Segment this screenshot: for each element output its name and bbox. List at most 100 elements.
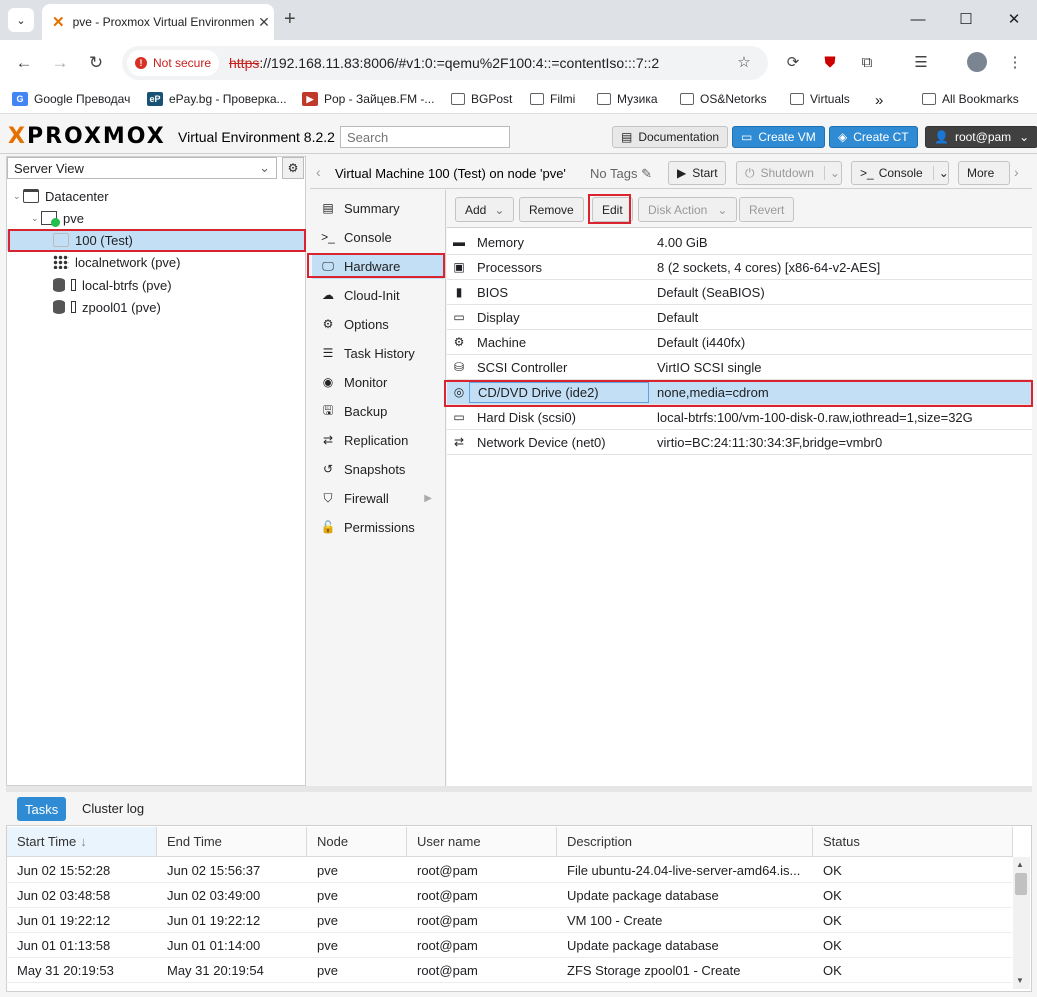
user-menu-button[interactable]: 👤 root@pam ⌄ bbox=[925, 126, 1037, 148]
scroll-down-icon[interactable]: ▼ bbox=[1016, 976, 1024, 985]
bookmark-item[interactable]: ▶ Pop - Зайцев.FM -... bbox=[302, 92, 434, 106]
storage-bar-icon bbox=[71, 279, 76, 291]
cogs-icon: ⚙ bbox=[453, 335, 465, 349]
security-chip[interactable]: ! Not secure bbox=[127, 50, 219, 76]
tree-item-storage[interactable]: local-btrfs (pve) bbox=[7, 274, 305, 296]
task-cell: root@pam bbox=[417, 863, 478, 878]
nav-permissions[interactable]: 🔓 Permissions bbox=[312, 514, 444, 540]
tab-search-button[interactable]: ⌄ bbox=[8, 8, 34, 32]
hw-row-memory[interactable]: ▬ Memory 4.00 GiB bbox=[447, 230, 1032, 255]
tab-tasks[interactable]: Tasks bbox=[17, 797, 67, 821]
nav-task-history[interactable]: ☰ Task History bbox=[312, 340, 444, 366]
reload-button[interactable]: ↻ bbox=[84, 52, 108, 74]
col-end-time[interactable]: End Time bbox=[157, 827, 307, 857]
nav-options[interactable]: ⚙ Options bbox=[312, 311, 444, 337]
task-cell: OK bbox=[823, 913, 842, 928]
scroll-up-icon[interactable]: ▲ bbox=[1016, 860, 1024, 869]
extension-sync-icon[interactable]: ⟳ bbox=[782, 52, 804, 74]
nav-monitor[interactable]: ◉ Monitor bbox=[312, 369, 444, 395]
gear-icon[interactable]: ⚙ bbox=[282, 157, 304, 179]
chevron-left-icon[interactable]: ‹ bbox=[316, 164, 321, 180]
pop-icon: ▶ bbox=[302, 92, 318, 106]
col-user-name[interactable]: User name bbox=[407, 827, 557, 857]
nav-summary[interactable]: ▤ Summary bbox=[312, 195, 444, 221]
documentation-button[interactable]: ▤ Documentation bbox=[612, 126, 729, 148]
browser-tab[interactable]: ✕ pve - Proxmox Virtual Environment ✕ bbox=[42, 4, 274, 40]
reading-list-icon[interactable]: ☰ bbox=[910, 52, 932, 74]
col-status[interactable]: Status bbox=[813, 827, 1013, 857]
task-cell: OK bbox=[823, 888, 842, 903]
profile-avatar[interactable] bbox=[966, 52, 988, 74]
nav-console[interactable]: >_ Console bbox=[312, 224, 444, 250]
tree-item-storage[interactable]: zpool01 (pve) bbox=[7, 296, 305, 318]
task-row[interactable]: Jun 01 19:22:12 Jun 01 19:22:12 pve root@pa… bbox=[6, 908, 1012, 933]
start-button[interactable]: ▶ Start bbox=[668, 161, 726, 185]
nav-replication[interactable]: ⇄ Replication bbox=[312, 427, 444, 453]
task-row[interactable]: Jun 01 01:13:58 Jun 01 01:14:00 pve root@pa… bbox=[6, 933, 1012, 958]
col-start-time[interactable]: Start Time ↓ bbox=[7, 827, 157, 857]
cloud-icon: ☁ bbox=[322, 288, 334, 302]
hw-row-machine[interactable]: ⚙ Machine Default (i440fx) bbox=[447, 330, 1032, 355]
window-close-button[interactable]: ✕ bbox=[1002, 8, 1026, 32]
bookmark-folder[interactable]: Virtuals bbox=[790, 92, 850, 106]
bookmark-folder[interactable]: OS&Netorks bbox=[680, 92, 767, 106]
forward-button[interactable]: → bbox=[48, 52, 72, 74]
nav-backup[interactable]: 🖫 Backup bbox=[312, 398, 444, 424]
bookmark-folder[interactable]: Filmi bbox=[530, 92, 575, 106]
col-description[interactable]: Description bbox=[557, 827, 813, 857]
disk-action-button[interactable]: Disk Action ⌄ bbox=[638, 197, 738, 222]
hw-row-processors[interactable]: ▣ Processors 8 (2 sockets, 4 cores) [x86-6… bbox=[447, 255, 1032, 280]
new-tab-button[interactable]: + bbox=[284, 8, 304, 32]
close-icon[interactable]: ✕ bbox=[254, 14, 274, 31]
bookmark-folder[interactable]: All Bookmarks bbox=[922, 92, 1019, 106]
add-button[interactable]: Add ⌄ bbox=[455, 197, 515, 222]
task-cell: root@pam bbox=[417, 963, 478, 978]
bookmark-item[interactable]: eP ePay.bg - Проверка... bbox=[147, 92, 287, 106]
hw-row-display[interactable]: ▭ Display Default bbox=[447, 305, 1032, 330]
search-input[interactable] bbox=[340, 126, 510, 148]
ublock-icon[interactable]: ⛊ bbox=[819, 52, 841, 74]
shutdown-button[interactable]: ⏻ Shutdown ⌄ bbox=[736, 161, 842, 185]
folder-icon bbox=[451, 93, 465, 105]
revert-button[interactable]: Revert bbox=[739, 197, 795, 222]
chevron-down-icon: ⌄ bbox=[494, 202, 505, 217]
create-vm-button[interactable]: ▭ Create VM bbox=[732, 126, 825, 148]
nav-cloud-init[interactable]: ☁ Cloud-Init bbox=[312, 282, 444, 308]
task-row[interactable]: Jun 02 15:52:28 Jun 02 15:56:37 pve root@pa… bbox=[6, 858, 1012, 883]
tab-title: pve - Proxmox Virtual Environment bbox=[72, 15, 254, 29]
tree-item-node[interactable]: ⌄ pve bbox=[7, 207, 305, 229]
tab-cluster-log[interactable]: Cluster log bbox=[82, 801, 144, 816]
bookmark-folder[interactable]: Музика bbox=[597, 92, 658, 106]
bookmarks-overflow-icon[interactable]: » bbox=[875, 92, 883, 109]
database-icon: ⛁ bbox=[453, 360, 465, 374]
back-button[interactable]: ← bbox=[12, 52, 36, 74]
extensions-icon[interactable]: ⧉ bbox=[856, 52, 878, 74]
server-view-select[interactable]: Server View ⌄ bbox=[7, 157, 277, 179]
nav-firewall[interactable]: ⛉ Firewall ▶ bbox=[312, 485, 444, 511]
hw-row-hard-disk[interactable]: ▭ Hard Disk (scsi0) local-btrfs:100/vm-100… bbox=[447, 405, 1032, 430]
highlight-hardware bbox=[307, 253, 445, 278]
tree-item-sdn[interactable]: localnetwork (pve) bbox=[7, 251, 305, 273]
tags-field[interactable]: No Tags ✎ bbox=[590, 166, 652, 182]
bookmark-folder[interactable]: BGPost bbox=[451, 92, 512, 106]
hw-row-bios[interactable]: ▮ BIOS Default (SeaBIOS) bbox=[447, 280, 1032, 305]
console-button[interactable]: >_ Console ⌄ bbox=[851, 161, 949, 185]
maximize-button[interactable]: ☐ bbox=[954, 8, 978, 32]
tree-item-datacenter[interactable]: ⌄ Datacenter bbox=[7, 185, 305, 207]
task-row[interactable]: Jun 02 03:48:58 Jun 02 03:49:00 pve root@pa… bbox=[6, 883, 1012, 908]
browser-menu-icon[interactable]: ⋮ bbox=[1004, 52, 1026, 74]
minimize-button[interactable]: — bbox=[906, 8, 930, 32]
chevron-right-icon[interactable]: › bbox=[1014, 164, 1019, 180]
remove-button[interactable]: Remove bbox=[519, 197, 584, 222]
url-text[interactable]: https://192.168.11.83:8006/#v1:0:=qemu%2… bbox=[229, 55, 659, 71]
scrollbar-thumb[interactable] bbox=[1015, 873, 1027, 895]
hw-row-scsi-controller[interactable]: ⛁ SCSI Controller VirtIO SCSI single bbox=[447, 355, 1032, 380]
create-ct-button[interactable]: ◈ Create CT bbox=[829, 126, 918, 148]
bookmark-star-icon[interactable]: ☆ bbox=[733, 52, 755, 74]
col-node[interactable]: Node bbox=[307, 827, 407, 857]
hw-row-network[interactable]: ⇄ Network Device (net0) virtio=BC:24:11:30… bbox=[447, 430, 1032, 455]
more-button[interactable]: More bbox=[958, 161, 1010, 185]
bookmark-item[interactable]: G Google Преводач bbox=[12, 92, 130, 106]
task-row[interactable]: May 31 20:19:53 May 31 20:19:54 pve root@pa… bbox=[6, 958, 1012, 983]
nav-snapshots[interactable]: ↺ Snapshots bbox=[312, 456, 444, 482]
